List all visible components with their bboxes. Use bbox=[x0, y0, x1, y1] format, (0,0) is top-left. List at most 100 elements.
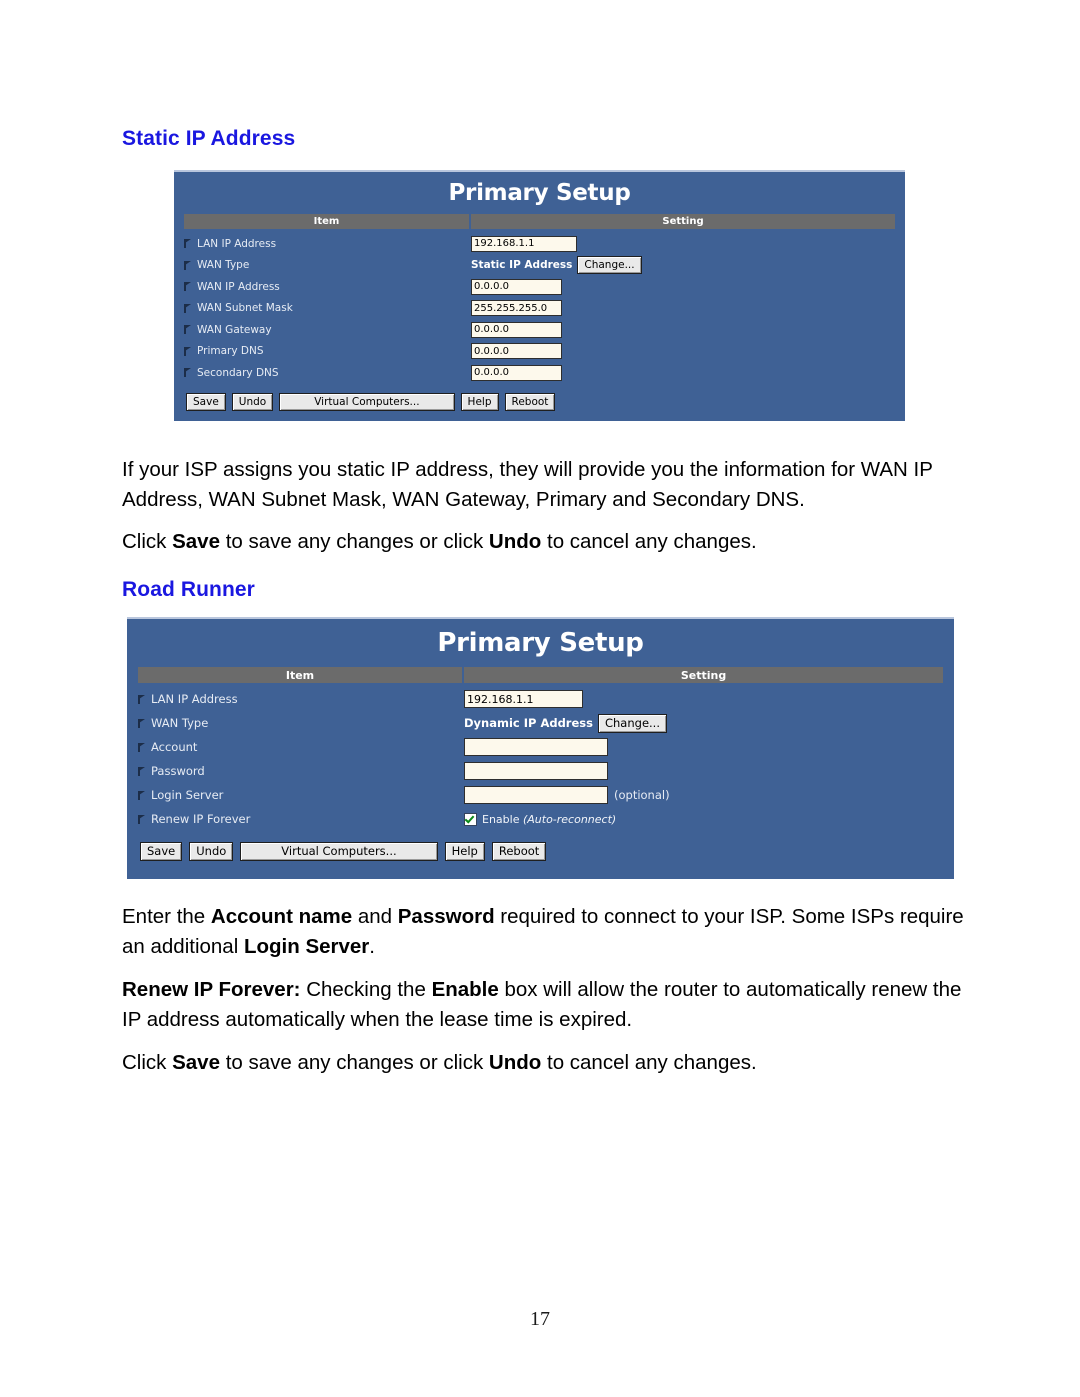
row-label-text: Password bbox=[151, 764, 205, 778]
text-part: to cancel any changes. bbox=[541, 1051, 757, 1074]
flag-bullet-icon bbox=[138, 694, 147, 704]
primary-dns-input[interactable]: 0.0.0.0 bbox=[471, 343, 562, 360]
undo-keyword: Undo bbox=[488, 530, 542, 553]
row-label-text: Renew IP Forever bbox=[151, 812, 251, 826]
wan-subnet-mask-input[interactable]: 255.255.255.0 bbox=[471, 300, 562, 317]
table-row-password: Password bbox=[138, 759, 943, 783]
panel-title-primary-setup: Primary Setup bbox=[448, 180, 631, 206]
text-part: Checking the bbox=[300, 978, 432, 1001]
help-button[interactable]: Help bbox=[460, 392, 499, 411]
login-server-input[interactable] bbox=[464, 786, 608, 804]
enable-keyword: Enable bbox=[431, 978, 499, 1001]
row-label-text: Account bbox=[151, 740, 198, 754]
heading-road-runner: Road Runner bbox=[122, 578, 255, 601]
text-part: to save any changes or click bbox=[220, 1051, 489, 1074]
flag-bullet-icon bbox=[138, 718, 147, 728]
table-row-wan-gateway: WAN Gateway 0.0.0.0 bbox=[184, 319, 895, 341]
secondary-dns-input[interactable]: 0.0.0.0 bbox=[471, 364, 562, 381]
row-value bbox=[464, 738, 608, 756]
save-button[interactable]: Save bbox=[140, 842, 183, 861]
renew-ip-forever-checkbox[interactable] bbox=[464, 812, 477, 826]
lan-ip-address-input[interactable]: 192.168.1.1 bbox=[464, 690, 583, 708]
table-row-renew-ip-forever: Renew IP Forever Enable (Auto-reconnect) bbox=[138, 807, 943, 831]
row-label: WAN Type bbox=[138, 716, 464, 730]
column-header-item: Item bbox=[138, 667, 462, 683]
row-label-text: LAN IP Address bbox=[151, 692, 238, 706]
row-label: WAN IP Address bbox=[184, 281, 471, 293]
paragraph-static-ip-description: If your ISP assigns you static IP addres… bbox=[122, 458, 933, 511]
flag-bullet-icon bbox=[138, 814, 147, 824]
wan-type-change-button[interactable]: Change... bbox=[597, 713, 667, 733]
flag-bullet-icon bbox=[184, 303, 193, 313]
wan-ip-address-input[interactable]: 0.0.0.0 bbox=[471, 278, 562, 295]
flag-bullet-icon bbox=[184, 260, 193, 270]
row-label: Password bbox=[138, 764, 464, 778]
settings-rows: LAN IP Address 192.168.1.1 WAN Type Dyna… bbox=[127, 683, 954, 831]
save-button[interactable]: Save bbox=[186, 392, 226, 411]
row-value: 255.255.255.0 bbox=[471, 300, 562, 317]
password-input[interactable] bbox=[464, 762, 608, 780]
login-server-keyword: Login Server bbox=[243, 935, 370, 958]
account-name-keyword: Account name bbox=[210, 905, 353, 928]
row-label-text: LAN IP Address bbox=[197, 237, 277, 250]
row-label-text: Primary DNS bbox=[197, 345, 264, 358]
text-part: Click bbox=[122, 1051, 173, 1074]
wan-gateway-input[interactable]: 0.0.0.0 bbox=[471, 321, 562, 338]
table-row-primary-dns: Primary DNS 0.0.0.0 bbox=[184, 341, 895, 363]
panel-button-row: Save Undo Virtual Computers... Help Rebo… bbox=[127, 831, 954, 861]
help-button[interactable]: Help bbox=[444, 842, 485, 861]
paragraph-road-runner-save-undo: Click Save to save any changes or click … bbox=[122, 1048, 968, 1078]
row-label-text: WAN Gateway bbox=[197, 323, 272, 336]
wan-type-change-button[interactable]: Change... bbox=[577, 256, 642, 275]
paragraph-account-password: Enter the Account name and Password requ… bbox=[122, 902, 968, 962]
flag-bullet-icon bbox=[184, 325, 193, 335]
row-value bbox=[464, 762, 608, 780]
reboot-button[interactable]: Reboot bbox=[504, 392, 556, 411]
manual-page: Static IP Address Primary Setup Item Set… bbox=[0, 0, 1080, 1397]
table-row-lan-ip-address: LAN IP Address 192.168.1.1 bbox=[138, 687, 943, 711]
account-input[interactable] bbox=[464, 738, 608, 756]
row-value: (optional) bbox=[464, 786, 670, 804]
row-value: 192.168.1.1 bbox=[471, 235, 577, 252]
virtual-computers-button[interactable]: Virtual Computers... bbox=[279, 392, 455, 411]
table-row-login-server: Login Server (optional) bbox=[138, 783, 943, 807]
password-keyword: Password bbox=[397, 905, 495, 928]
row-label-text: WAN IP Address bbox=[197, 280, 280, 293]
panel-title-primary-setup: Primary Setup bbox=[437, 628, 644, 658]
flag-bullet-icon bbox=[184, 282, 193, 292]
table-row-lan-ip-address: LAN IP Address 192.168.1.1 bbox=[184, 233, 895, 255]
row-label: WAN Gateway bbox=[184, 324, 471, 336]
router-screenshot-road-runner: Primary Setup Item Setting LAN IP Addres… bbox=[127, 617, 954, 879]
text-part: to cancel any changes. bbox=[541, 530, 757, 553]
row-value: 0.0.0.0 bbox=[471, 321, 562, 338]
panel-button-row: Save Undo Virtual Computers... Help Rebo… bbox=[174, 384, 905, 411]
table-column-headers: Item Setting bbox=[138, 667, 943, 683]
lan-ip-address-input[interactable]: 192.168.1.1 bbox=[471, 235, 577, 252]
row-label-text: Secondary DNS bbox=[197, 366, 279, 379]
row-value: 0.0.0.0 bbox=[471, 343, 562, 360]
row-label: WAN Type bbox=[184, 259, 471, 271]
flag-bullet-icon bbox=[184, 346, 193, 356]
row-label: Renew IP Forever bbox=[138, 812, 464, 826]
flag-bullet-icon bbox=[184, 239, 193, 249]
row-label-text: WAN Type bbox=[151, 716, 209, 730]
row-label: WAN Subnet Mask bbox=[184, 302, 471, 314]
undo-keyword: Undo bbox=[488, 1051, 542, 1074]
reboot-button[interactable]: Reboot bbox=[491, 842, 547, 861]
paragraph-renew-ip-forever: Renew IP Forever: Checking the Enable bo… bbox=[122, 975, 968, 1035]
renew-ip-forever-keyword: Renew IP Forever: bbox=[122, 978, 301, 1001]
flag-bullet-icon bbox=[138, 742, 147, 752]
row-label-text: WAN Subnet Mask bbox=[197, 302, 293, 315]
undo-button[interactable]: Undo bbox=[231, 392, 274, 411]
wan-type-value: Dynamic IP Address bbox=[464, 716, 593, 730]
virtual-computers-button[interactable]: Virtual Computers... bbox=[240, 842, 438, 861]
row-label: Primary DNS bbox=[184, 345, 471, 357]
paragraph-static-ip-save-undo: Click Save to save any changes or click … bbox=[122, 527, 968, 557]
table-row-account: Account bbox=[138, 735, 943, 759]
table-row-wan-subnet-mask: WAN Subnet Mask 255.255.255.0 bbox=[184, 298, 895, 320]
router-screenshot-static-ip: Primary Setup Item Setting LAN IP Addres… bbox=[174, 170, 905, 421]
undo-button[interactable]: Undo bbox=[189, 842, 234, 861]
flag-bullet-icon bbox=[138, 790, 147, 800]
row-label-text: WAN Type bbox=[197, 259, 250, 272]
row-label: LAN IP Address bbox=[138, 692, 464, 706]
